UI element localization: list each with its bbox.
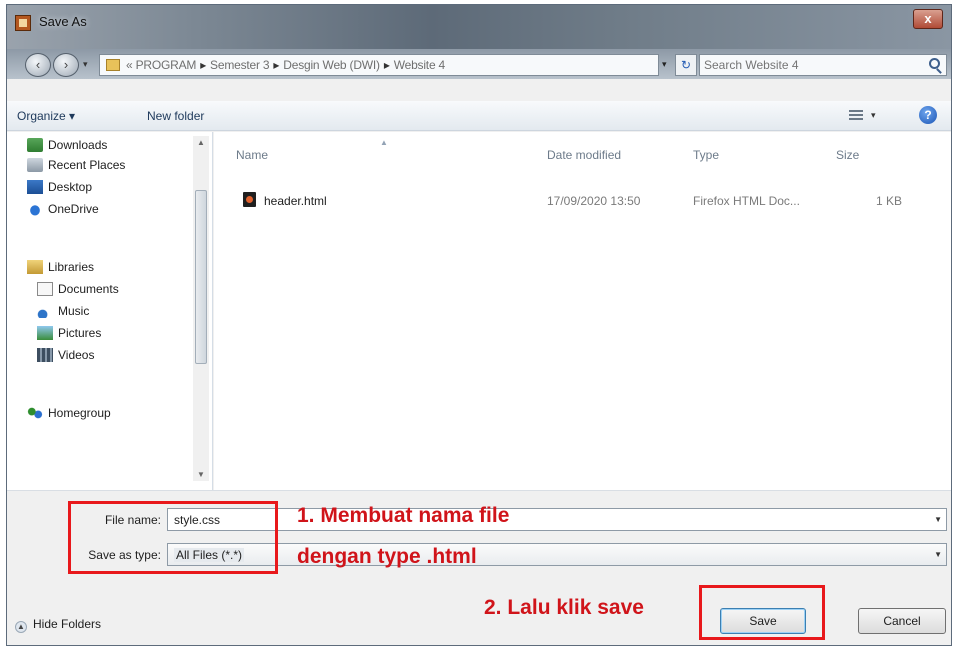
sidebar-item-desktop[interactable]: Desktop: [27, 180, 92, 198]
recent-places-icon: [27, 158, 43, 172]
nav-scrollbar[interactable]: ▲ ▼: [193, 136, 209, 481]
sidebar-item-libraries[interactable]: Libraries: [27, 260, 94, 278]
address-row: ‹ › ▾ « PROGRAM ▸ Semester 3 ▸ Desgin Web (D…: [7, 49, 951, 79]
address-bar[interactable]: « PROGRAM ▸ Semester 3 ▸ Desgin Web (DWI) ▸ We…: [99, 54, 659, 76]
file-size: 1 KB: [876, 194, 903, 208]
organize-button[interactable]: Organize ▾: [17, 109, 75, 123]
refresh-button[interactable]: ↻: [675, 54, 697, 76]
documents-icon: [37, 282, 53, 296]
search-input[interactable]: [704, 57, 914, 73]
sidebar-item-label: Desktop: [48, 180, 93, 194]
breadcrumb: « PROGRAM ▸ Semester 3 ▸ Desgin Web (DWI) ▸ We…: [126, 58, 445, 72]
desktop-icon: [27, 180, 43, 194]
hide-folders-label: Hide Folders: [33, 617, 102, 631]
forward-button[interactable]: ›: [53, 53, 79, 77]
sidebar-item-downloads[interactable]: Downloads: [27, 138, 107, 156]
column-header-name[interactable]: Name: [236, 148, 268, 162]
annotation-step1-line1: 1. Membuat nama file: [297, 504, 510, 527]
sidebar-item-onedrive[interactable]: OneDrive: [27, 202, 99, 220]
new-folder-button[interactable]: New folder: [147, 109, 204, 123]
title-bar: Save As x: [7, 5, 951, 49]
sidebar-item-label: OneDrive: [48, 202, 99, 216]
sidebar-item-label: Music: [58, 304, 90, 318]
back-button[interactable]: ‹: [25, 53, 51, 77]
file-name-dropdown-icon[interactable]: ▼: [934, 515, 942, 524]
sort-indicator-icon: ▲: [380, 138, 388, 147]
column-header-type[interactable]: Type: [693, 148, 719, 162]
sidebar-item-recent-places[interactable]: Recent Places: [27, 158, 125, 176]
annotation-box-filename: [68, 501, 278, 574]
annotation-box-save: [699, 585, 825, 640]
file-date-modified: 17/09/2020 13:50: [547, 194, 641, 208]
breadcrumb-arrow-icon[interactable]: ▸: [380, 58, 394, 72]
file-list: ▲ Name Date modified Type Size header.ht…: [214, 132, 951, 490]
breadcrumb-item[interactable]: Desgin Web (DWI): [283, 58, 380, 72]
file-row[interactable]: header.html 17/09/2020 13:50 Firefox HTM…: [236, 190, 926, 210]
annotation-step2: 2. Lalu klik save: [484, 596, 644, 619]
help-icon[interactable]: ?: [919, 106, 937, 124]
breadcrumb-arrow-icon[interactable]: ▸: [196, 58, 210, 72]
annotation-step1-line2: dengan type .html: [297, 545, 477, 568]
search-icon[interactable]: [929, 58, 940, 69]
app-icon: [15, 15, 31, 31]
address-dropdown-icon[interactable]: ▾: [662, 59, 667, 70]
sidebar-item-videos[interactable]: Videos: [37, 348, 94, 366]
file-name-field[interactable]: ▼: [167, 508, 947, 531]
downloads-icon: [27, 138, 43, 152]
column-header-size[interactable]: Size: [836, 148, 859, 162]
close-button[interactable]: x: [913, 9, 943, 29]
change-view-icon[interactable]: [849, 110, 863, 122]
breadcrumb-item[interactable]: Website 4: [394, 58, 446, 72]
folder-icon: [106, 59, 120, 71]
scroll-up-icon[interactable]: ▲: [197, 138, 205, 147]
music-icon: [37, 304, 53, 318]
sidebar-item-documents[interactable]: Documents: [37, 282, 119, 300]
recent-locations-dropdown-icon[interactable]: ▾: [83, 59, 88, 70]
sidebar-item-label: Downloads: [48, 138, 108, 152]
onedrive-icon: [27, 202, 43, 216]
search-box[interactable]: [699, 54, 947, 76]
hide-folders-button[interactable]: ▲ Hide Folders: [15, 617, 101, 633]
sidebar-item-music[interactable]: Music: [37, 304, 89, 322]
column-header-date-modified[interactable]: Date modified: [547, 148, 621, 162]
sidebar-item-label: Libraries: [48, 260, 95, 274]
cancel-button[interactable]: Cancel: [858, 608, 946, 634]
sidebar-item-label: Pictures: [58, 326, 102, 340]
sidebar-item-label: Documents: [58, 282, 119, 296]
file-name: header.html: [264, 194, 327, 208]
scrollbar-thumb[interactable]: [195, 190, 207, 364]
pictures-icon: [37, 326, 53, 340]
breadcrumb-item[interactable]: Semester 3: [210, 58, 270, 72]
command-toolbar: Organize ▾ New folder ▾ ?: [7, 101, 951, 131]
view-dropdown-icon[interactable]: ▾: [871, 110, 876, 121]
videos-icon: [37, 348, 53, 362]
sidebar-item-label: Homegroup: [48, 406, 111, 420]
window-title: Save As: [39, 14, 87, 29]
save-as-type-dropdown-icon[interactable]: ▼: [934, 550, 942, 559]
homegroup-icon: [27, 406, 43, 420]
sidebar-item-pictures[interactable]: Pictures: [37, 326, 101, 344]
html-file-icon: [243, 192, 256, 207]
chevron-up-icon: ▲: [15, 621, 27, 633]
file-type: Firefox HTML Doc...: [693, 194, 800, 208]
navigation-pane: Downloads Recent Places Desktop OneDrive…: [7, 132, 213, 490]
scroll-down-icon[interactable]: ▼: [197, 470, 205, 479]
breadcrumb-item[interactable]: « PROGRAM: [126, 58, 196, 72]
breadcrumb-arrow-icon[interactable]: ▸: [269, 58, 283, 72]
libraries-icon: [27, 260, 43, 274]
sidebar-item-label: Recent Places: [48, 158, 126, 172]
sidebar-item-label: Videos: [58, 348, 95, 362]
sidebar-item-homegroup[interactable]: Homegroup: [27, 406, 111, 424]
save-as-type-select[interactable]: All Files (*.*) ▼: [167, 543, 947, 566]
